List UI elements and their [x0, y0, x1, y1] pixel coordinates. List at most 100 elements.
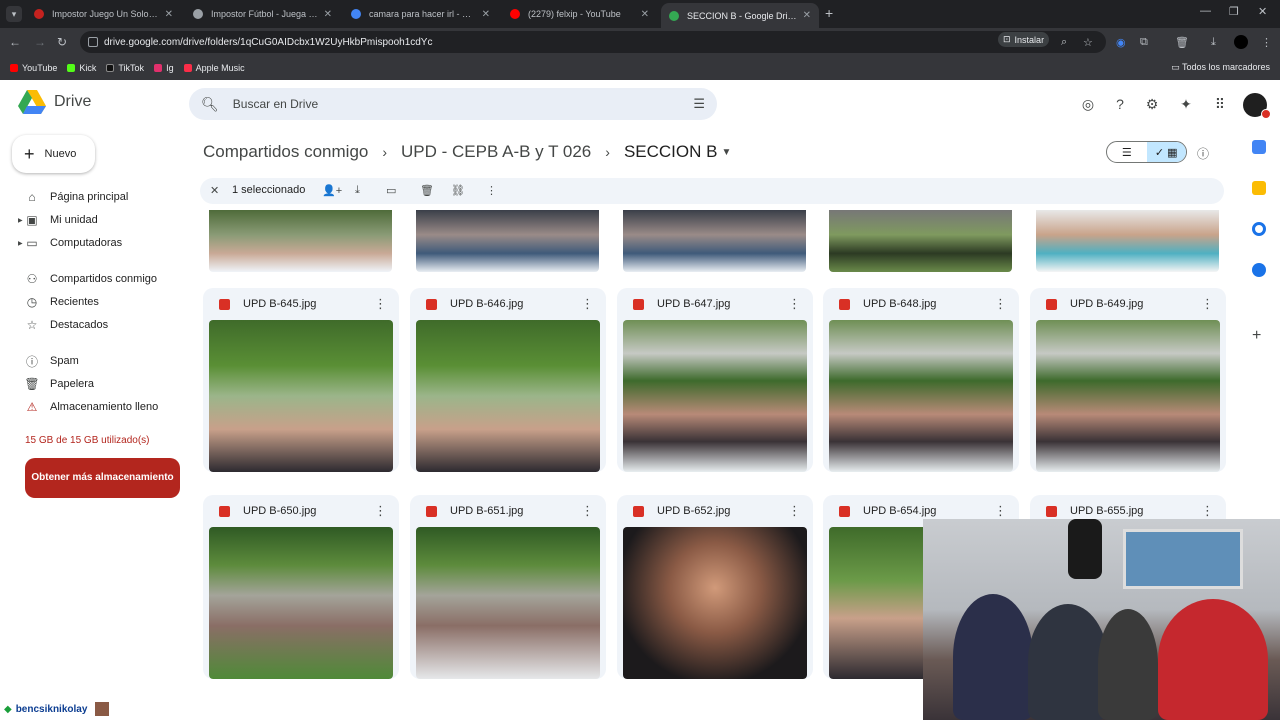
browser-tab-4[interactable]: (2279) felxip - YouTube ✕ [502, 3, 657, 25]
calendar-icon[interactable] [1252, 140, 1266, 154]
file-card[interactable]: UPD B-647.jpg ⋮ [617, 288, 813, 472]
more-options-icon[interactable]: ⋮ [581, 296, 594, 312]
more-options-icon[interactable]: ⋮ [994, 503, 1007, 519]
extension-icon[interactable]: ◉ [1116, 36, 1126, 49]
reload-icon[interactable]: ↻ [57, 35, 67, 49]
all-bookmarks-button[interactable]: ▭ Todos los marcadores [1171, 62, 1270, 73]
sidebar-item-trash[interactable]: 🗑 Papelera [0, 374, 180, 394]
menu-kebab-icon[interactable]: ⋮ [1261, 36, 1272, 49]
bookmark-youtube[interactable]: YouTube [10, 63, 57, 73]
bookmark-tiktok[interactable]: TikTok [106, 63, 144, 73]
keep-icon[interactable] [1252, 181, 1266, 195]
sidebar-item-my-drive[interactable]: ▶ ▣ Mi unidad [0, 210, 180, 230]
tab-close-icon[interactable]: ✕ [324, 9, 332, 20]
search-input[interactable]: Buscar en Drive [233, 97, 318, 111]
sidebar-item-spam[interactable]: ⓘ Spam [0, 351, 180, 371]
breadcrumb-current[interactable]: SECCION B [624, 142, 718, 162]
breadcrumb-shared[interactable]: Compartidos conmigo [203, 142, 368, 162]
help-icon[interactable]: ? [1111, 95, 1129, 113]
more-options-icon[interactable]: ⋮ [374, 296, 387, 312]
delete-icon[interactable]: 🗑 [420, 184, 434, 197]
back-icon[interactable]: ← [9, 35, 21, 49]
profile-icon[interactable] [1234, 35, 1248, 49]
photo-thumbnail[interactable] [416, 210, 599, 272]
more-options-icon[interactable]: ⋮ [788, 296, 801, 312]
file-card[interactable]: UPD B-650.jpg ⋮ [203, 495, 399, 679]
new-tab-button[interactable]: + [825, 5, 833, 21]
minimize-icon[interactable]: — [1200, 5, 1211, 17]
photo-thumbnail[interactable] [623, 210, 806, 272]
file-card[interactable]: UPD B-652.jpg ⋮ [617, 495, 813, 679]
sidebar-item-shared[interactable]: ⚇ Compartidos conmigo [0, 269, 180, 289]
photo-thumbnail[interactable] [829, 210, 1012, 272]
tab-close-icon[interactable]: ✕ [641, 9, 649, 20]
offline-status-icon[interactable]: ◎ [1079, 95, 1097, 113]
forward-icon[interactable]: → [34, 35, 46, 49]
browser-tab-3[interactable]: camara para hacer irl - Buscar con Googl… [343, 3, 498, 25]
trash-extension-icon[interactable]: 🗑 [1175, 36, 1189, 49]
bookmark-apple-music[interactable]: Apple Music [183, 63, 245, 73]
more-options-icon[interactable]: ⋮ [1201, 296, 1214, 312]
more-options-icon[interactable]: ⋮ [1201, 503, 1214, 519]
more-options-icon[interactable]: ⋮ [374, 503, 387, 519]
browser-tab-2[interactable]: Impostor Fútbol - Juega con amigos ✕ [185, 3, 340, 25]
gemini-spark-icon[interactable]: ✦ [1177, 95, 1195, 113]
restore-icon[interactable]: ❐ [1229, 5, 1239, 18]
sidebar-item-storage[interactable]: ⚠ Almacenamiento lleno [0, 397, 180, 417]
install-app-button[interactable]: ⊡ Instalar [998, 32, 1050, 47]
site-info-icon[interactable] [88, 37, 98, 47]
tab-search-button[interactable]: ▾ [6, 6, 22, 22]
share-icon[interactable]: 👤+ [322, 184, 342, 197]
download-icon[interactable]: ⤓ [355, 184, 360, 197]
more-options-icon[interactable]: ⋮ [581, 503, 594, 519]
move-icon[interactable]: ▭ [386, 184, 396, 197]
contacts-icon[interactable] [1252, 263, 1266, 277]
file-card[interactable]: UPD B-649.jpg ⋮ [1030, 288, 1226, 472]
add-addon-icon[interactable]: + [1252, 328, 1266, 344]
extensions-puzzle-icon[interactable]: ⧉ [1140, 36, 1148, 49]
search-icon[interactable]: 🔍︎ [201, 96, 219, 113]
sidebar-item-recent[interactable]: ◷ Recientes [0, 292, 180, 312]
file-card[interactable]: UPD B-645.jpg ⋮ [203, 288, 399, 472]
tab-close-icon[interactable]: ✕ [803, 10, 811, 21]
file-card[interactable]: UPD B-648.jpg ⋮ [823, 288, 1019, 472]
expand-caret-icon[interactable]: ▶ [18, 217, 23, 224]
list-view-icon[interactable]: ☰ [1107, 142, 1147, 162]
photo-thumbnail[interactable] [209, 210, 392, 272]
drive-logo[interactable]: Drive [18, 90, 91, 114]
more-actions-icon[interactable]: ⋮ [486, 184, 497, 197]
more-options-icon[interactable]: ⋮ [788, 503, 801, 519]
bookmark-star-icon[interactable]: ☆ [1083, 36, 1093, 49]
sidebar-item-computers[interactable]: ▶ ▭ Computadoras [0, 233, 180, 253]
settings-gear-icon[interactable]: ⚙ [1143, 95, 1161, 113]
tab-close-icon[interactable]: ✕ [165, 9, 173, 20]
chevron-down-icon[interactable]: ▼ [721, 147, 731, 158]
file-card[interactable]: UPD B-646.jpg ⋮ [410, 288, 606, 472]
copy-link-icon[interactable]: ⛓ [451, 184, 465, 197]
browser-tab-active[interactable]: SECCION B - Google Drive ✕ [661, 3, 819, 28]
clear-selection-icon[interactable]: ✕ [210, 184, 219, 197]
tasks-icon[interactable] [1252, 222, 1266, 236]
search-bar[interactable]: 🔍︎ Buscar en Drive ☰ [189, 88, 717, 120]
bookmark-kick[interactable]: Kick [67, 63, 96, 73]
download-icon[interactable]: ⤓ [1211, 36, 1216, 49]
more-options-icon[interactable]: ⋮ [994, 296, 1007, 312]
browser-tab-1[interactable]: Impostor Juego Un Solo Dispositivo ✕ [26, 3, 181, 25]
grid-view-icon[interactable]: ✓ ▦ [1146, 142, 1186, 162]
breadcrumb-folder[interactable]: UPD - CEPB A-B y T 026 [401, 142, 591, 162]
tab-close-icon[interactable]: ✕ [482, 9, 490, 20]
get-more-storage-button[interactable]: Obtener más almacenamiento [25, 458, 180, 498]
sidebar-item-starred[interactable]: ☆ Destacados [0, 315, 180, 335]
address-bar[interactable]: drive.google.com/drive/folders/1qCuG0AID… [80, 31, 1106, 53]
zoom-icon[interactable]: ⌕ [1061, 36, 1067, 49]
close-window-icon[interactable]: ✕ [1258, 5, 1267, 18]
file-card[interactable]: UPD B-651.jpg ⋮ [410, 495, 606, 679]
photo-thumbnail[interactable] [1036, 210, 1219, 272]
search-options-icon[interactable]: ☰ [693, 96, 705, 112]
bookmark-ig[interactable]: Ig [154, 63, 174, 73]
sidebar-item-home[interactable]: ⌂ Página principal [0, 187, 180, 207]
new-button[interactable]: + Nuevo [12, 135, 95, 173]
apps-grid-icon[interactable]: ⠿ [1211, 95, 1229, 113]
expand-caret-icon[interactable]: ▶ [18, 240, 23, 247]
details-info-icon[interactable]: ⓘ [1197, 145, 1209, 162]
